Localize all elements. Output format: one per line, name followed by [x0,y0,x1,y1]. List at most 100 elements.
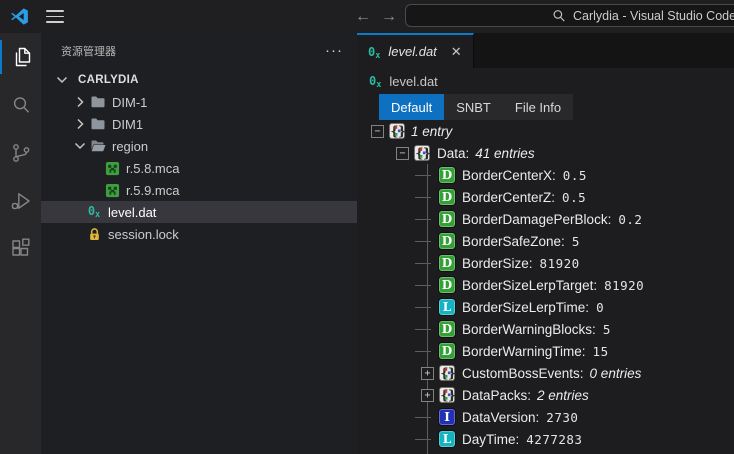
tab-level-dat[interactable]: 0x level.dat ✕ [357,33,474,68]
tag-value: 81920 [540,256,580,271]
file-label: region [112,139,148,154]
sidebar-item-region[interactable]: region [41,135,357,157]
tag-name: BorderSizeLerpTime: [462,300,589,315]
tag-double-icon: D [439,255,455,271]
sidebar-item-session-lock[interactable]: session.lock [41,223,357,245]
tag-name: DataPacks: [462,388,531,403]
hex-file-icon: 0x [86,204,102,220]
more-actions-icon[interactable]: ··· [325,46,343,56]
navigate-back-button[interactable]: ← [352,0,374,33]
nbt-row-bordersafezone[interactable]: DBorderSafeZone:5 [357,230,734,252]
file-label: r.5.9.mca [126,183,179,198]
vscode-logo-icon [10,7,29,26]
tag-name: DataVersion: [462,410,539,425]
sidebar-item-r-5-8-mca[interactable]: r.5.8.mca [41,157,357,179]
tag-long-icon: L [439,431,455,447]
nbt-tree: {} 1 entry {} Data: 41 entries DBorderCenterX… [357,120,734,454]
tag-double-icon: D [439,189,455,205]
tag-value: 0.2 [618,212,642,227]
chevron-down-icon [72,138,88,154]
sidebar-item-level-dat[interactable]: 0x level.dat [41,201,357,223]
tag-name: BorderSizeLerpTarget: [462,278,597,293]
tag-entry-count: 1 entry [411,124,452,139]
tag-entry-count: 0 entries [590,366,642,381]
sidebar-item-dim1[interactable]: DIM1 [41,113,357,135]
sidebar-header: 资源管理器 ··· [41,33,357,69]
tab-label: level.dat [388,44,436,59]
activity-item-source-control[interactable] [0,129,41,177]
navigate-forward-button[interactable]: → [378,0,400,33]
activity-item-extensions[interactable] [0,225,41,273]
sidebar-item-dim-1[interactable]: DIM-1 [41,91,357,113]
tag-value: 2730 [546,410,578,425]
tag-value: 15 [593,344,609,359]
tag-compound-icon: {} [439,387,455,403]
tree-tick [421,406,434,428]
nbt-row-borderwarningtime[interactable]: DBorderWarningTime:15 [357,340,734,362]
tag-name: BorderDamagePerBlock: [462,212,611,227]
breadcrumb: 0x level.dat [357,68,438,95]
tag-compound-icon: {} [389,123,405,139]
nbt-row-bordersize[interactable]: DBorderSize:81920 [357,252,734,274]
view-tab-file-info[interactable]: File Info [503,94,573,120]
chevron-right-icon [72,94,88,110]
sidebar-title: 资源管理器 [61,43,116,59]
sidebar-item-root[interactable]: CARLYDIA [41,69,357,91]
mca-file-icon [104,160,120,176]
view-tab-default[interactable]: Default [379,94,444,120]
sidebar-item-r-5-9-mca[interactable]: r.5.9.mca [41,179,357,201]
chevron-right-icon [72,116,88,132]
expand-box[interactable] [421,367,434,380]
activity-item-explorer[interactable] [0,33,41,81]
file-label: level.dat [108,205,156,220]
search-icon [552,9,566,23]
tag-double-icon: D [439,167,455,183]
menu-hamburger-icon[interactable] [46,10,64,23]
nbt-row-bordercenterx[interactable]: DBorderCenterX:0.5 [357,164,734,186]
tag-compound-icon: {} [439,365,455,381]
nbt-view-tabs: DefaultSNBTFile Info [379,94,573,120]
nbt-row-datapacks[interactable]: {} DataPacks: 2 entries [357,384,734,406]
tag-entry-count: 41 entries [475,146,534,161]
folder-open-file-icon [90,138,106,154]
nbt-row-custombossevents[interactable]: {}CustomBossEvents:0 entries [357,362,734,384]
tag-name: BorderCenterZ: [462,190,555,205]
expand-box[interactable] [421,389,434,402]
file-label: session.lock [108,227,179,242]
nbt-row-borderwarningblocks[interactable]: DBorderWarningBlocks:5 [357,318,734,340]
folder-closed-file-icon [90,94,106,110]
tag-value: 0.5 [563,168,587,183]
tree-tick [421,318,434,340]
nbt-row-data[interactable]: {}Data:41 entries [357,142,734,164]
nbt-row-dataversion[interactable]: IDataVersion:2730 [357,406,734,428]
nbt-row-daytime[interactable]: LDayTime:4277283 [357,428,734,450]
tag-value: 0 [596,300,604,315]
collapse-box[interactable] [371,125,384,138]
activity-bar [0,33,41,454]
tag-entry-count: 2 entries [537,388,589,403]
tag-double-icon: D [439,277,455,293]
nbt-row-borderdamageperblock[interactable]: DBorderDamagePerBlock:0.2 [357,208,734,230]
tree-tick [421,230,434,252]
activity-item-search[interactable] [0,81,41,129]
activity-item-run-debug[interactable] [0,177,41,225]
tree-tick [421,428,434,450]
lock-file-icon [86,226,102,242]
tag-double-icon: D [439,343,455,359]
collapse-box[interactable] [396,147,409,160]
tag-name: Data: [437,146,469,161]
command-center-search[interactable]: Carlydia - Visual Studio Code [405,4,734,27]
tag-value: 5 [603,322,611,337]
tag-double-icon: D [439,321,455,337]
view-tab-snbt[interactable]: SNBT [444,94,503,120]
folder-closed-file-icon [90,116,106,132]
close-icon[interactable]: ✕ [451,44,462,60]
window-title: Carlydia - Visual Studio Code [573,9,734,23]
nbt-row-root[interactable]: {} 1 entry [357,120,734,142]
nbt-row-bordersizelerptime[interactable]: LBorderSizeLerpTime:0 [357,296,734,318]
file-label: DIM-1 [112,95,147,110]
nbt-row-bordercenterz[interactable]: DBorderCenterZ:0.5 [357,186,734,208]
tree-tick [421,274,434,296]
vscode-window: { "titlebar": { "search_text": "Carlydia… [0,0,734,454]
nbt-row-bordersizelerptarget[interactable]: DBorderSizeLerpTarget:81920 [357,274,734,296]
